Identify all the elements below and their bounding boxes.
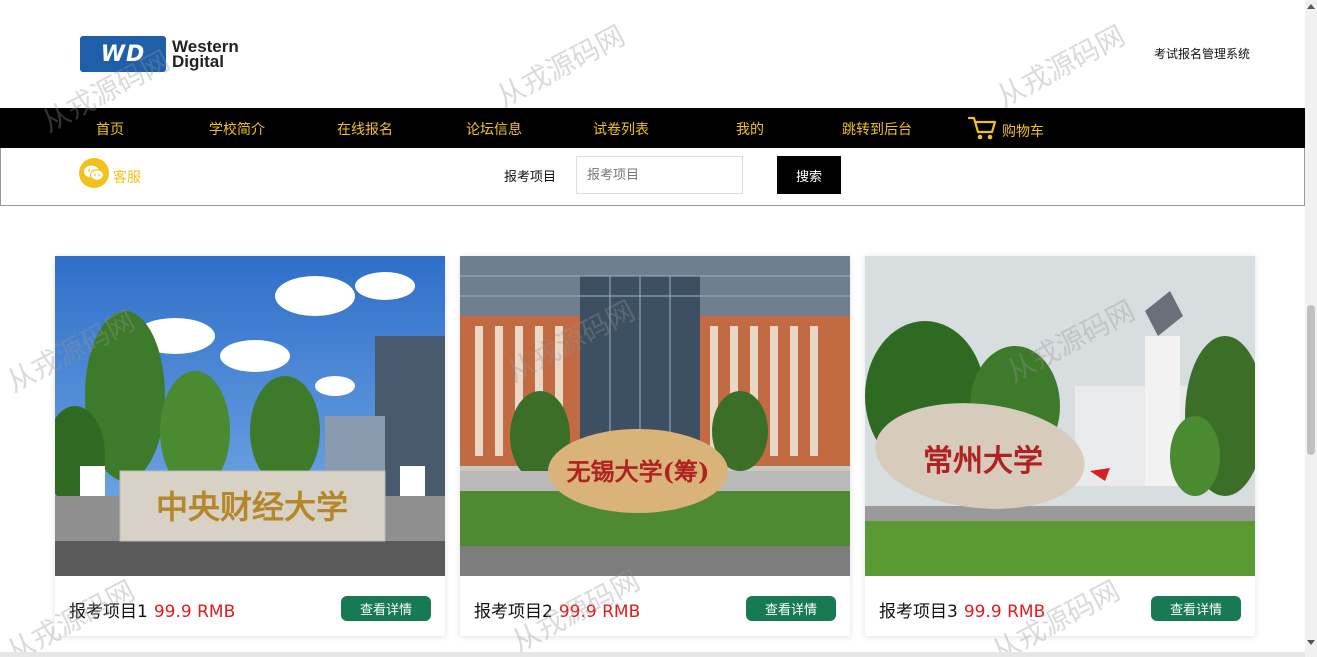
cart-label: 购物车 [1002,124,1044,140]
project-name[interactable]: 报考项目2 99.9 RMB [474,597,640,622]
project-price: 99.9 RMB [963,602,1046,622]
view-details-button[interactable]: 查看详情 [746,596,836,621]
scroll-down-arrow-icon[interactable] [1307,640,1315,645]
brand-line-2: Digital [172,52,224,71]
stone-calligraphy: 无锡大学(筹) [567,457,710,486]
search-label: 报考项目 [504,170,557,185]
project-card[interactable]: 无锡大学(筹) 报考项目2 99.9 RMB 查看详情 [460,256,850,636]
project-title: 报考项目1 [69,602,148,622]
project-name[interactable]: 报考项目3 99.9 RMB [879,597,1045,622]
search-panel: 客服 报考项目 搜索 [0,148,1305,206]
search-button[interactable]: 搜索 [777,156,841,194]
nav-item-cart[interactable]: 购物车 [968,115,1044,141]
project-title: 报考项目3 [879,602,958,622]
nav-item-online-registration[interactable]: 在线报名 [337,119,393,139]
wd-logo-mark-text: WD [100,41,146,67]
project-name[interactable]: 报考项目1 99.9 RMB [69,597,235,622]
vertical-scrollbar[interactable] [1305,0,1317,657]
project-price: 99.9 RMB [153,602,236,622]
project-card[interactable]: 常州大学 报考项目3 99.9 RMB 查看详情 [865,256,1255,636]
project-image-3[interactable]: 常州大学 [865,256,1255,576]
western-digital-logo[interactable]: WD Western Digital [80,35,270,73]
nav-item-home[interactable]: 首页 [96,119,124,139]
project-card[interactable]: 中央财经大学 报考项目1 99.9 RMB 查看详情 [55,256,445,636]
view-details-button[interactable]: 查看详情 [1151,596,1241,621]
customer-service[interactable]: 客服 [79,158,141,188]
scrollbar-thumb[interactable] [1307,305,1315,455]
horizontal-scrollbar[interactable] [0,652,1305,657]
system-title: 考试报名管理系统 [1153,47,1250,61]
gate-calligraphy: 中央财经大学 [156,488,348,526]
nav-item-admin[interactable]: 跳转到后台 [842,119,912,139]
header: WD Western Digital 考试报名管理系统 [0,0,1305,108]
customer-service-label: 客服 [113,170,141,186]
shopping-cart-icon [968,116,997,140]
project-image-1[interactable]: 中央财经大学 [55,256,445,576]
project-price: 99.9 RMB [558,602,641,622]
project-image-2[interactable]: 无锡大学(筹) [460,256,850,576]
nav-item-mine[interactable]: 我的 [736,119,764,139]
view-details-button[interactable]: 查看详情 [341,596,431,621]
brand-name: Western Digital [172,38,239,71]
search-input[interactable] [576,156,743,194]
nav-item-exam-papers[interactable]: 试卷列表 [593,119,649,139]
nav-item-forum[interactable]: 论坛信息 [466,119,522,139]
scroll-up-arrow-icon[interactable] [1307,4,1315,9]
project-title: 报考项目2 [474,602,553,622]
wechat-icon [79,158,109,188]
main-nav: 首页 学校简介 在线报名 论坛信息 试卷列表 我的 跳转到后台 购物车 [0,108,1305,148]
nav-item-school-intro[interactable]: 学校简介 [209,119,265,139]
wd-logo-mark: WD [80,36,166,72]
stone-calligraphy: 常州大学 [923,444,1043,479]
